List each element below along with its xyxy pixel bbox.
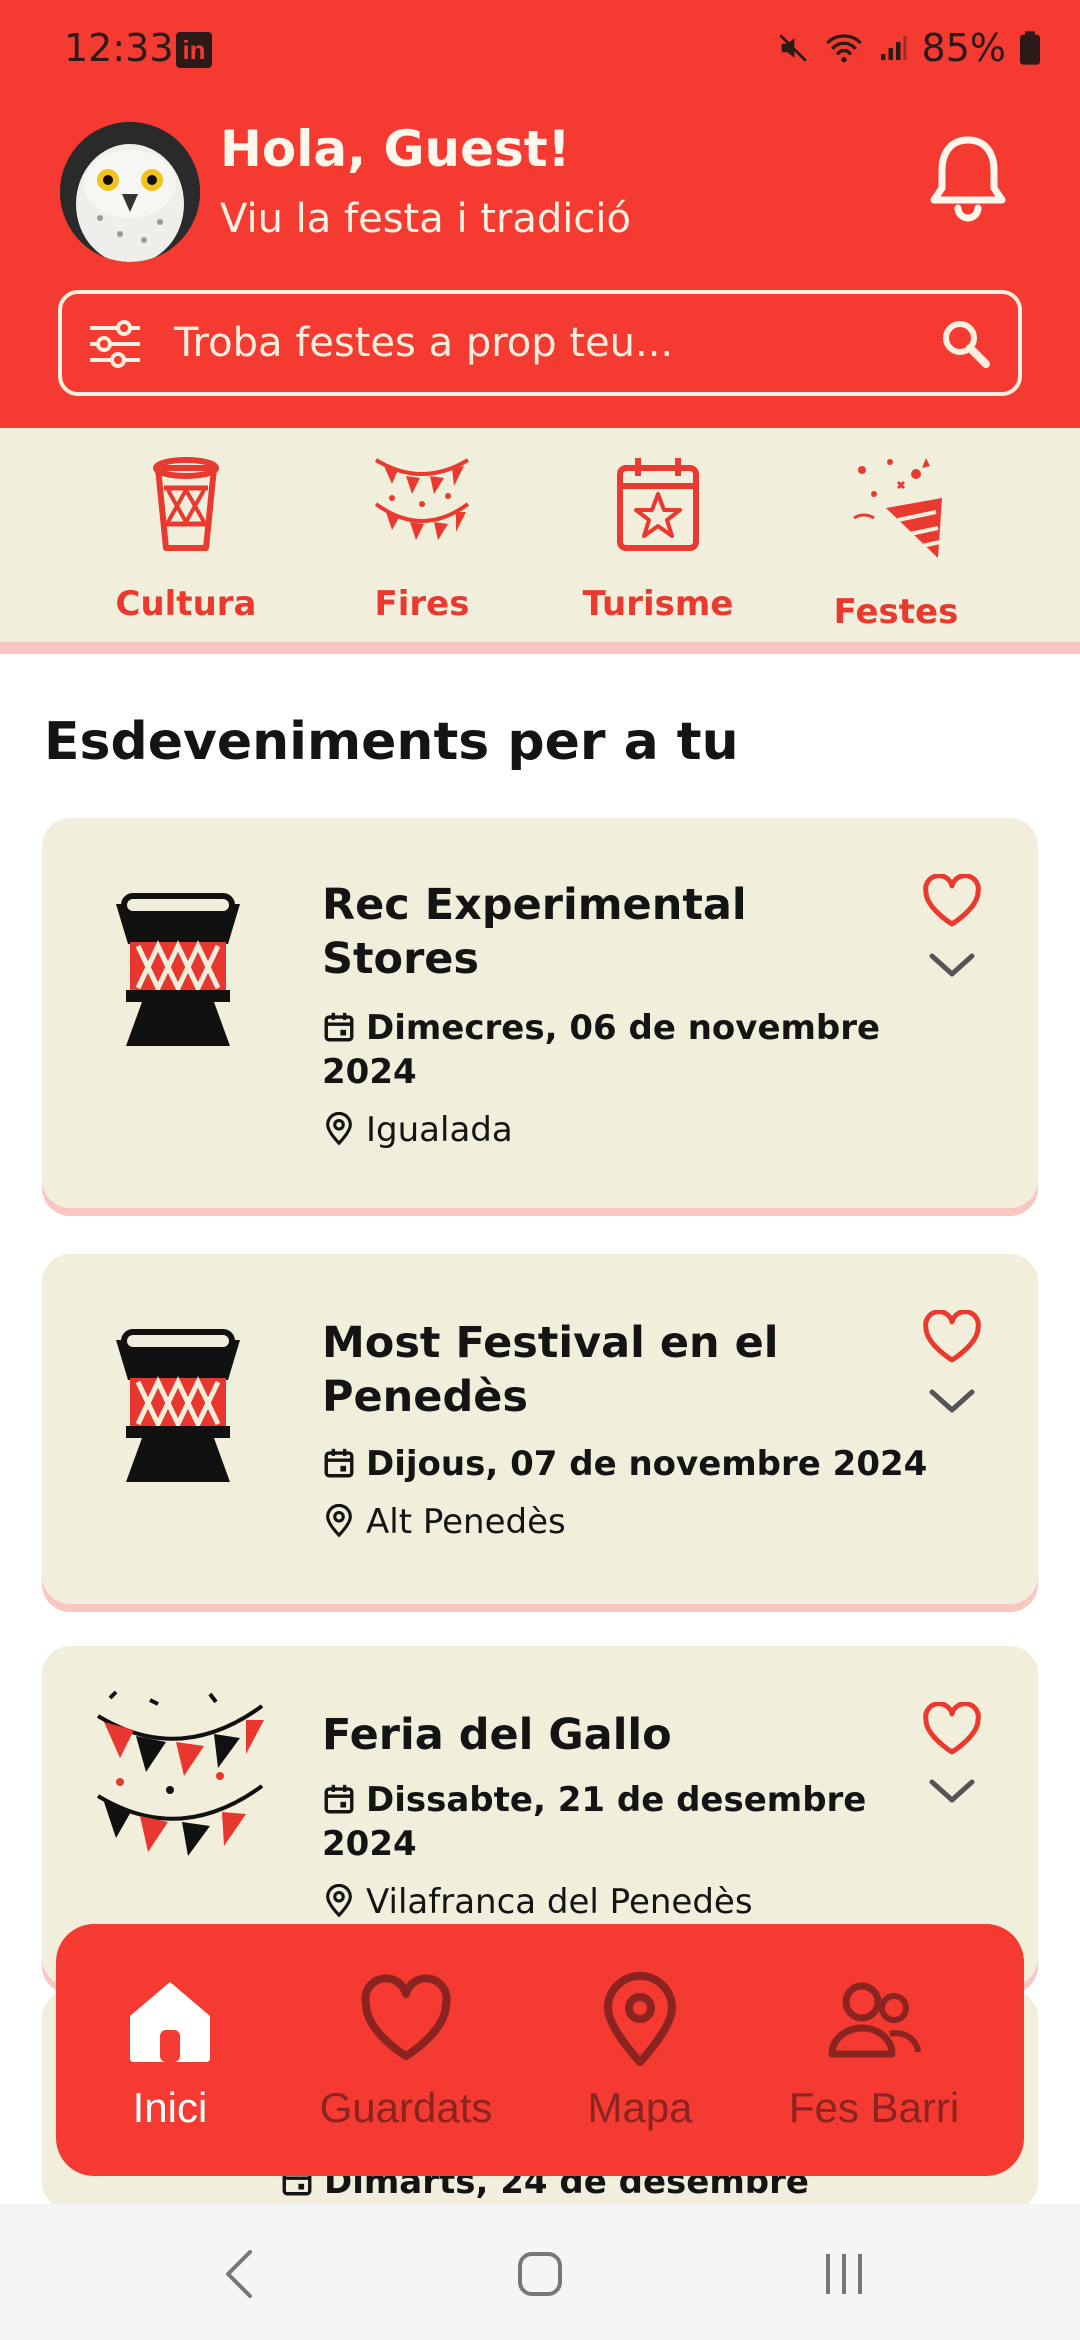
wifi-icon <box>825 34 862 63</box>
avatar[interactable] <box>60 122 200 262</box>
recent-apps-icon[interactable] <box>820 2248 868 2300</box>
battery-percent: 85% <box>921 26 1006 70</box>
category-cultura[interactable]: Cultura <box>86 428 286 654</box>
home-icon <box>130 1982 210 2062</box>
calendar-star-icon <box>617 458 699 551</box>
location-pin-icon <box>326 1504 352 1538</box>
heart-icon <box>361 1974 451 2060</box>
event-title: Feria del Gallo <box>322 1710 672 1760</box>
chevron-down-icon[interactable] <box>926 1776 978 1806</box>
event-card[interactable]: Rec Experimental Stores Dimecres, 06 de … <box>42 818 1038 1208</box>
battery-icon <box>1020 31 1040 65</box>
map-pin-icon <box>604 1972 676 2066</box>
favorite-heart-icon[interactable] <box>922 1702 982 1756</box>
chevron-down-icon[interactable] <box>926 950 978 980</box>
nav-guardats[interactable]: Guardats <box>296 1924 516 2176</box>
event-title: Most Festival en el Penedès <box>322 1318 779 1422</box>
party-popper-icon <box>853 458 942 558</box>
category-label: Festes <box>833 592 959 632</box>
drum-icon <box>153 457 219 551</box>
event-date-text: Dijous, 07 de novembre 2024 <box>366 1444 928 1484</box>
category-turisme[interactable]: Turisme <box>558 428 758 654</box>
category-fires[interactable]: Fires <box>322 428 522 654</box>
nav-label: Fes Barri <box>788 2084 960 2131</box>
calendar-icon <box>324 1784 354 1814</box>
linkedin-notification-icon: in <box>176 32 212 68</box>
back-icon[interactable] <box>220 2248 260 2300</box>
owl-avatar-icon <box>60 122 200 262</box>
filter-icon[interactable] <box>86 318 144 370</box>
status-bar: 12:33 in 85% <box>0 0 1080 100</box>
app-header: 12:33 in 85% Hola, Guest! Viu la festa i… <box>0 0 1080 428</box>
event-date: Dissabte, 21 de desembre 2024 <box>322 1778 962 1866</box>
search-bar[interactable]: Troba festes a prop teu... <box>58 290 1022 396</box>
event-location: Alt Penedès <box>322 1500 962 1544</box>
nav-fes-barri[interactable]: Fes Barri <box>764 1924 984 2176</box>
event-date: Dimecres, 06 de novembre 2024 <box>322 1006 962 1094</box>
calendar-icon <box>324 1448 354 1478</box>
category-label: Cultura <box>115 584 257 624</box>
nav-inici[interactable]: Inici <box>60 1924 280 2176</box>
nav-label: Guardats <box>319 2084 493 2131</box>
mute-icon <box>778 34 807 62</box>
category-label: Turisme <box>582 584 734 624</box>
bunting-icon <box>374 458 470 540</box>
location-pin-icon <box>326 1884 352 1918</box>
bunting-icon <box>96 1690 264 1856</box>
search-icon[interactable] <box>938 316 994 372</box>
bottom-navigation: Inici Guardats Mapa Fes Barri <box>56 1924 1024 2176</box>
category-label: Fires <box>374 584 470 624</box>
chevron-down-icon[interactable] <box>926 1386 978 1416</box>
home-button-icon[interactable] <box>516 2248 564 2300</box>
favorite-heart-icon[interactable] <box>922 874 982 928</box>
drum-icon <box>116 893 240 1046</box>
category-bar: Cultura Fires Turisme Festes <box>0 428 1080 654</box>
event-card[interactable]: Most Festival en el Penedès Dijous, 07 d… <box>42 1254 1038 1604</box>
greeting-title: Hola, Guest! <box>220 120 571 178</box>
bell-icon[interactable] <box>926 132 1010 222</box>
event-location: Vilafranca del Penedès <box>322 1880 962 1924</box>
event-location: Igualada <box>322 1108 962 1152</box>
signal-icon <box>880 36 907 60</box>
category-festes[interactable]: Festes <box>796 428 996 654</box>
location-pin-icon <box>326 1112 352 1146</box>
users-icon <box>828 1982 921 2058</box>
system-navigation-bar <box>0 2204 1080 2340</box>
event-date: Dijous, 07 de novembre 2024 <box>322 1442 1002 1486</box>
event-title: Rec Experimental Stores <box>322 880 747 984</box>
calendar-icon <box>324 1012 354 1042</box>
search-input[interactable]: Troba festes a prop teu... <box>174 320 673 366</box>
event-location-text: Igualada <box>366 1110 513 1150</box>
drum-icon <box>116 1329 240 1482</box>
event-date-text: Dimecres, 06 de novembre 2024 <box>322 1008 881 1092</box>
status-time: 12:33 <box>64 26 174 70</box>
status-icons: 85% <box>776 26 1040 70</box>
event-location-text: Vilafranca del Penedès <box>366 1882 753 1922</box>
nav-mapa[interactable]: Mapa <box>530 1924 750 2176</box>
favorite-heart-icon[interactable] <box>922 1310 982 1364</box>
greeting-subtitle: Viu la festa i tradició <box>220 196 631 242</box>
section-title: Esdeveniments per a tu <box>44 712 739 772</box>
event-location-text: Alt Penedès <box>366 1502 566 1542</box>
nav-label: Inici <box>132 2084 208 2131</box>
nav-label: Mapa <box>587 2084 693 2131</box>
event-date-text: Dissabte, 21 de desembre 2024 <box>322 1780 867 1864</box>
